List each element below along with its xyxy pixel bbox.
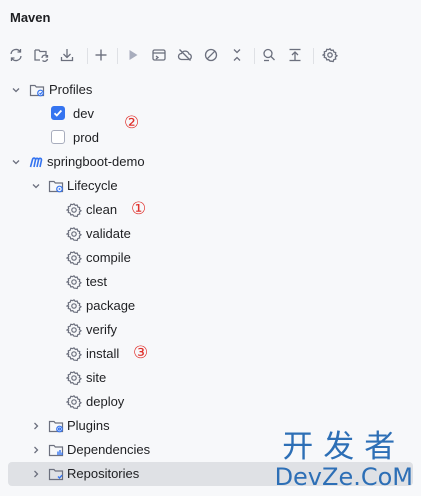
chevron-down-icon[interactable] bbox=[10, 84, 22, 96]
lifecycle-folder-icon bbox=[48, 180, 64, 193]
gear-icon bbox=[66, 370, 82, 386]
lifecycle-goal-verify[interactable]: verify bbox=[0, 318, 421, 342]
tree-node-label: Lifecycle bbox=[67, 178, 118, 193]
gear-icon bbox=[66, 274, 82, 290]
dependencies-folder-icon bbox=[48, 444, 64, 457]
goal-label: validate bbox=[86, 226, 131, 241]
chevron-right-icon[interactable] bbox=[30, 420, 42, 432]
annotation-marker-2: ② bbox=[124, 113, 140, 133]
download-sources-icon[interactable] bbox=[56, 44, 78, 66]
skip-tests-icon[interactable] bbox=[200, 44, 222, 66]
goal-label: site bbox=[86, 370, 107, 385]
run-maven-build-icon[interactable] bbox=[122, 44, 144, 66]
watermark-text-cn: 开发者 bbox=[282, 429, 406, 465]
lifecycle-goal-package[interactable]: package bbox=[0, 294, 421, 318]
tree-node-label: Profiles bbox=[49, 82, 93, 97]
profile-label: dev bbox=[73, 106, 94, 121]
toolbar-separator bbox=[254, 48, 255, 64]
gear-icon bbox=[66, 322, 82, 338]
goal-label: install bbox=[86, 346, 120, 361]
lifecycle-goal-clean[interactable]: clean bbox=[0, 198, 421, 222]
gear-icon bbox=[66, 226, 82, 242]
toggle-offline-mode-icon[interactable] bbox=[174, 44, 196, 66]
chevron-down-icon[interactable] bbox=[30, 180, 42, 192]
toolbar-separator bbox=[117, 48, 118, 64]
maven-toolbar bbox=[0, 40, 421, 72]
profile-checkbox-unchecked[interactable] bbox=[51, 130, 65, 144]
lifecycle-goal-compile[interactable]: compile bbox=[0, 246, 421, 270]
tree-node-profiles[interactable]: Profiles bbox=[0, 78, 421, 102]
watermark-logo: 开发者 DevZe.CoM bbox=[275, 430, 413, 490]
gear-icon bbox=[66, 346, 82, 362]
chevron-right-icon[interactable] bbox=[30, 444, 42, 456]
maven-settings-icon[interactable] bbox=[319, 44, 341, 66]
goal-label: test bbox=[86, 274, 107, 289]
collapse-all-icon[interactable] bbox=[226, 44, 248, 66]
goal-label: verify bbox=[86, 322, 118, 337]
reload-all-projects-icon[interactable] bbox=[5, 44, 27, 66]
gear-icon bbox=[66, 250, 82, 266]
tree-node-label: Plugins bbox=[67, 418, 110, 433]
maven-project-icon bbox=[29, 157, 43, 168]
tree-node-label: springboot-demo bbox=[47, 154, 145, 169]
tree-node-project[interactable]: springboot-demo bbox=[0, 150, 421, 174]
toolbar-separator bbox=[313, 48, 314, 64]
goal-label: deploy bbox=[86, 394, 125, 409]
annotation-marker-1: ① bbox=[131, 199, 147, 219]
tree-node-label: Repositories bbox=[67, 466, 140, 481]
goal-label: package bbox=[86, 298, 136, 313]
goal-label: compile bbox=[86, 250, 131, 265]
lifecycle-goal-site[interactable]: site bbox=[0, 366, 421, 390]
execute-maven-goal-icon[interactable] bbox=[148, 44, 170, 66]
tool-window-title: Maven bbox=[10, 10, 51, 25]
tree-node-label: Dependencies bbox=[67, 442, 151, 457]
lifecycle-goal-deploy[interactable]: deploy bbox=[0, 390, 421, 414]
toolbar-separator bbox=[87, 48, 88, 64]
tool-window-header: Maven bbox=[0, 0, 421, 36]
annotation-marker-3: ③ bbox=[133, 343, 149, 363]
lifecycle-goal-test[interactable]: test bbox=[0, 270, 421, 294]
repositories-folder-icon bbox=[48, 468, 64, 481]
profile-item-dev[interactable]: dev bbox=[0, 102, 421, 126]
profile-checkbox-checked[interactable] bbox=[51, 106, 65, 120]
profile-item-prod[interactable]: prod bbox=[0, 126, 421, 150]
profile-label: prod bbox=[73, 130, 100, 145]
profiles-folder-icon bbox=[29, 84, 45, 97]
show-dependencies-icon[interactable] bbox=[284, 44, 306, 66]
chevron-down-icon[interactable] bbox=[10, 156, 22, 168]
reload-project-icon[interactable] bbox=[30, 44, 52, 66]
gear-icon bbox=[66, 202, 82, 218]
checkmark-icon bbox=[53, 109, 63, 117]
chevron-right-icon[interactable] bbox=[30, 468, 42, 480]
analyze-dependencies-icon[interactable] bbox=[258, 44, 280, 66]
watermark-text-en: DevZe.CoM bbox=[274, 463, 413, 491]
plugins-folder-icon bbox=[48, 420, 64, 433]
lifecycle-goal-validate[interactable]: validate bbox=[0, 222, 421, 246]
gear-icon bbox=[66, 298, 82, 314]
goal-label: clean bbox=[86, 202, 118, 217]
tree-node-lifecycle[interactable]: Lifecycle bbox=[0, 174, 421, 198]
gear-icon bbox=[66, 394, 82, 410]
lifecycle-goal-install[interactable]: install bbox=[0, 342, 421, 366]
add-maven-project-icon[interactable] bbox=[90, 44, 112, 66]
